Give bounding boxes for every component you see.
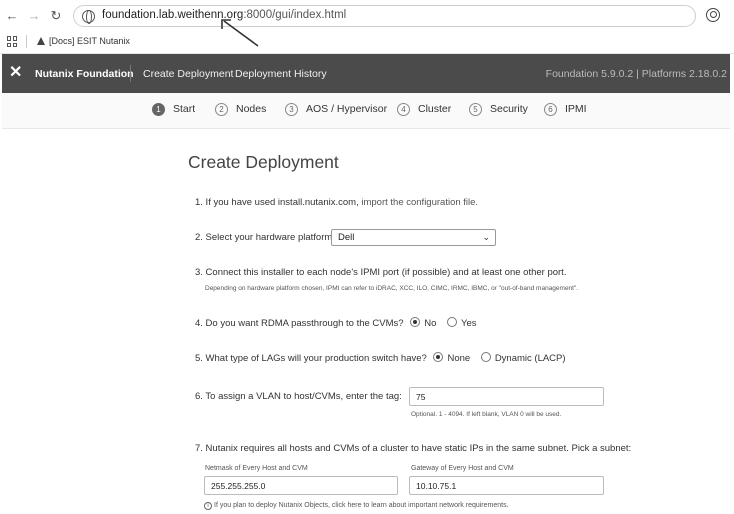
info-icon: i bbox=[204, 502, 212, 510]
forward-icon[interactable]: → bbox=[25, 7, 43, 25]
step-label: Start bbox=[173, 103, 196, 115]
step-label: AOS / Hypervisor bbox=[306, 103, 388, 115]
gateway-input[interactable]: 10.10.75.1 bbox=[409, 476, 604, 495]
step-ipmi[interactable]: 6 IPMI bbox=[544, 103, 587, 116]
nav-deployment-history[interactable]: Deployment History bbox=[235, 68, 327, 80]
step-cluster[interactable]: 4 Cluster bbox=[397, 103, 451, 116]
question-lag: 5. What type of LAGs will your productio… bbox=[195, 352, 566, 364]
radio-label[interactable]: Dynamic (LACP) bbox=[495, 353, 566, 364]
step-aos-hypervisor[interactable]: 3 AOS / Hypervisor bbox=[285, 103, 387, 116]
step-number: 2 bbox=[215, 103, 228, 116]
step-security[interactable]: 5 Security bbox=[469, 103, 528, 116]
question-text: 5. What type of LAGs will your productio… bbox=[195, 353, 427, 364]
radio-label[interactable]: Yes bbox=[461, 318, 477, 329]
question-subnet: 7. Nutanix requires all hosts and CVMs o… bbox=[195, 443, 632, 454]
chevron-down-icon: ⌄ bbox=[482, 232, 490, 242]
gateway-label: Gateway of Every Host and CVM bbox=[411, 465, 514, 472]
question-hardware-platform: 2. Select your hardware platform: bbox=[195, 232, 335, 243]
question-text: 4. Do you want RDMA passthrough to the C… bbox=[195, 318, 404, 329]
profile-icon[interactable] bbox=[706, 8, 720, 22]
bookmark-item[interactable]: [Docs] ESIT Nutanix bbox=[37, 36, 130, 46]
step-label: IPMI bbox=[565, 103, 587, 115]
question-text: 1. If you have used install.nutanix.com, bbox=[195, 197, 359, 208]
step-start[interactable]: 1 Start bbox=[152, 103, 195, 116]
version-text: Foundation 5.9.0.2 | Platforms 2.18.0.2 bbox=[545, 68, 727, 80]
bookmarks-bar: [Docs] ESIT Nutanix bbox=[0, 34, 734, 52]
step-number: 1 bbox=[152, 103, 165, 116]
reload-icon[interactable]: ↻ bbox=[47, 7, 65, 25]
netmask-label: Netmask of Every Host and CVM bbox=[205, 465, 308, 472]
page-title: Create Deployment bbox=[188, 152, 339, 172]
brand-title[interactable]: Nutanix Foundation bbox=[35, 68, 134, 80]
main-content: Create Deployment 1. If you have used in… bbox=[0, 130, 734, 514]
lag-none-radio[interactable] bbox=[433, 352, 444, 362]
netmask-input[interactable]: 255.255.255.0 bbox=[204, 476, 398, 495]
question-import-config: 1. If you have used install.nutanix.com,… bbox=[195, 197, 478, 208]
step-number: 5 bbox=[469, 103, 482, 116]
step-number: 4 bbox=[397, 103, 410, 116]
step-label: Security bbox=[490, 103, 528, 115]
bookmarks-divider bbox=[26, 35, 27, 48]
question-connect-ipmi: 3. Connect this installer to each node's… bbox=[195, 267, 567, 278]
browser-toolbar: ← → ↻ foundation.lab.weithenn.org:8000/g… bbox=[0, 0, 734, 54]
address-bar[interactable]: foundation.lab.weithenn.org:8000/gui/ind… bbox=[73, 5, 696, 27]
vlan-tag-input[interactable]: 75 bbox=[409, 387, 604, 406]
objects-note[interactable]: i If you plan to deploy Nutanix Objects, … bbox=[204, 502, 509, 510]
selected-platform: Dell bbox=[338, 232, 355, 243]
step-label: Cluster bbox=[418, 103, 452, 115]
radio-label[interactable]: No bbox=[424, 318, 436, 329]
step-number: 3 bbox=[285, 103, 298, 116]
header-divider bbox=[130, 65, 131, 82]
ipmi-note: Depending on hardware platform chosen, I… bbox=[205, 285, 579, 292]
import-config-link[interactable]: import the configuration file. bbox=[361, 197, 478, 208]
back-icon[interactable]: ← bbox=[3, 7, 21, 25]
rdma-yes-radio[interactable] bbox=[447, 317, 458, 327]
bookmark-favicon-icon bbox=[37, 37, 45, 45]
vlan-note: Optional. 1 - 4094. If left blank, VLAN … bbox=[411, 411, 562, 418]
hardware-platform-select[interactable]: Dell ⌄ bbox=[331, 229, 496, 246]
radio-label[interactable]: None bbox=[447, 353, 470, 364]
step-label: Nodes bbox=[236, 103, 267, 115]
site-info-icon[interactable] bbox=[82, 10, 95, 24]
nav-create-deployment[interactable]: Create Deployment bbox=[143, 68, 233, 80]
wizard-steps: 1 Start 2 Nodes 3 AOS / Hypervisor 4 Cluster… bbox=[2, 93, 730, 129]
lag-lacp-radio[interactable] bbox=[480, 352, 491, 362]
nutanix-x-logo-icon[interactable]: ✕ bbox=[9, 65, 22, 81]
step-number: 6 bbox=[544, 103, 557, 116]
question-rdma: 4. Do you want RDMA passthrough to the C… bbox=[195, 317, 477, 329]
question-vlan: 6. To assign a VLAN to host/CVMs, enter … bbox=[195, 391, 402, 402]
apps-icon[interactable] bbox=[7, 36, 18, 47]
app-header: ✕ Nutanix Foundation Create Deployment D… bbox=[2, 54, 730, 93]
rdma-no-radio[interactable] bbox=[410, 317, 421, 327]
step-nodes[interactable]: 2 Nodes bbox=[215, 103, 266, 116]
